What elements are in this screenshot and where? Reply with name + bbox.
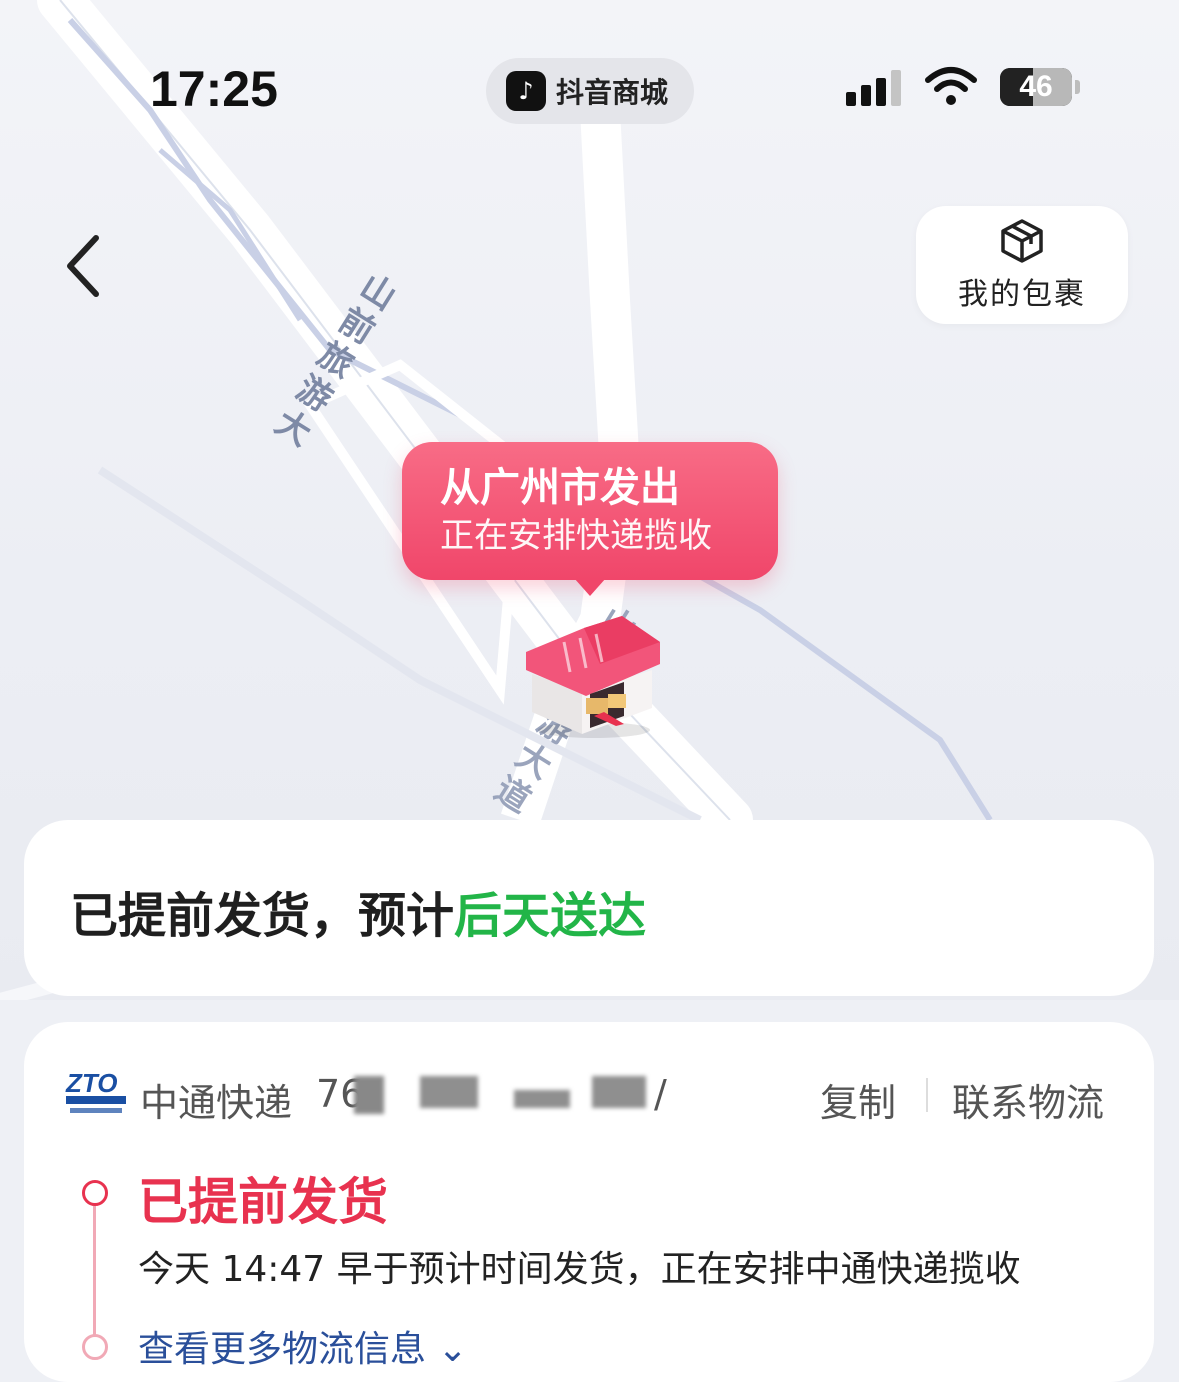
contact-logistics-button[interactable]: 联系物流 <box>952 1072 1104 1127</box>
action-divider <box>926 1078 928 1112</box>
tracking-blur-1 <box>354 1076 384 1114</box>
location-bubble: 从广州市发出 正在安排快递揽收 <box>402 442 778 596</box>
my-parcels-button[interactable]: 我的包裹 <box>916 206 1128 324</box>
my-parcels-label: 我的包裹 <box>958 277 1086 312</box>
tracking-number-end: / <box>654 1072 667 1116</box>
eta-prefix: 已提前发货，预计 <box>70 888 455 944</box>
carrier-name: 中通快递 <box>140 1081 293 1125</box>
wifi-icon <box>925 67 977 105</box>
chevron-down-icon: ⌄ <box>437 1329 468 1370</box>
battery-icon: 46 <box>1000 68 1072 106</box>
timeline-dot-next <box>82 1334 108 1360</box>
back-button[interactable] <box>58 230 118 300</box>
battery-level: 46 <box>1019 70 1053 103</box>
timeline-dot-active <box>82 1180 108 1206</box>
copy-button[interactable]: 复制 <box>820 1072 896 1127</box>
tracking-card: ZTO 中通快递 76 / 复制 联系物流 已提前发货 今天 14:47 早于预… <box>24 1022 1154 1382</box>
douyin-logo-icon: ♪ <box>506 71 546 111</box>
back-chevron-icon <box>67 235 99 297</box>
tracking-blur-4 <box>592 1076 646 1108</box>
parcel-box-icon <box>1001 219 1043 263</box>
more-logistics-label: 查看更多物流信息 <box>138 1329 427 1370</box>
warehouse-icon <box>526 616 660 738</box>
eta-card: 已提前发货，预计后天送达 <box>24 820 1154 996</box>
shipment-status-detail: 今天 14:47 早于预计时间发货，正在安排中通快递揽收 <box>138 1249 1021 1290</box>
status-time: 17:25 <box>150 61 278 117</box>
battery-tip <box>1075 80 1080 94</box>
app-indicator-pill[interactable]: ♪ 抖音商城 <box>486 58 694 124</box>
svg-text:ZTO: ZTO <box>65 1068 118 1098</box>
bubble-title: 从广州市发出 <box>440 465 680 511</box>
carrier-row: ZTO 中通快递 76 / 复制 联系物流 <box>64 1068 1124 1125</box>
tracking-blur-2 <box>420 1076 478 1108</box>
eta-text: 已提前发货，预计后天送达 <box>70 876 646 946</box>
zto-logo-icon: ZTO <box>65 1068 126 1113</box>
more-logistics-link[interactable]: 查看更多物流信息 ⌄ <box>138 1320 468 1372</box>
tracking-blur-3 <box>514 1090 570 1108</box>
signal-icon <box>846 70 901 106</box>
shipment-status-title: 已提前发货 <box>138 1173 388 1231</box>
app-name: 抖音商城 <box>556 76 669 109</box>
status-bar: 17:25 ♪ 抖音商城 46 <box>0 0 1179 150</box>
bubble-subtitle: 正在安排快递揽收 <box>440 516 712 556</box>
eta-highlight: 后天送达 <box>454 888 647 944</box>
